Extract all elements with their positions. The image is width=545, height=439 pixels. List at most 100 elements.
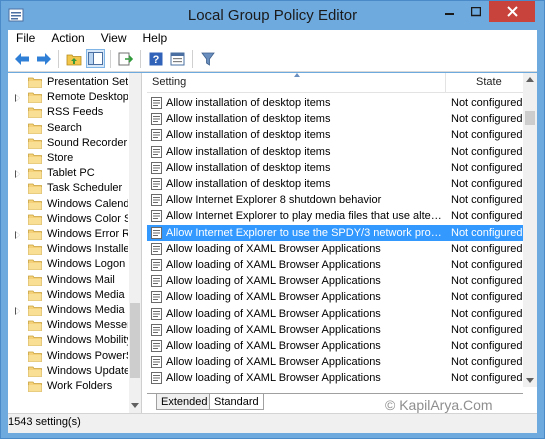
column-header-state[interactable]: State	[476, 76, 502, 88]
tree-item[interactable]: RSS Feeds	[8, 105, 128, 120]
close-button[interactable]	[489, 1, 535, 22]
tree-item[interactable]: Remote Desktop S	[8, 90, 128, 105]
table-row-selected[interactable]: Allow Internet Explorer to use the SPDY/…	[147, 224, 523, 241]
scroll-down-icon[interactable]	[131, 403, 139, 408]
menu-file[interactable]: File	[8, 30, 43, 46]
menu-view[interactable]: View	[93, 30, 135, 46]
tree-item[interactable]: Windows PowerSh	[8, 349, 128, 364]
expand-arrow-icon[interactable]	[15, 170, 20, 179]
help-button[interactable]: ?	[146, 49, 165, 68]
table-row[interactable]: Allow installation of desktop items Not c…	[147, 160, 523, 176]
sort-ascending-icon	[294, 73, 300, 77]
policy-setting-icon	[151, 97, 162, 109]
tree-item[interactable]: Windows Logon C	[8, 257, 128, 272]
tab-extended[interactable]: Extended	[156, 394, 213, 410]
setting-name: Allow installation of desktop items	[166, 129, 331, 142]
tree-item[interactable]: Sound Recorder	[8, 136, 128, 151]
table-row[interactable]: Allow loading of XAML Browser Applicatio…	[147, 338, 523, 354]
title-bar[interactable]: Local Group Policy Editor	[1, 1, 544, 30]
table-row[interactable]: Allow loading of XAML Browser Applicatio…	[147, 370, 523, 386]
setting-name: Allow loading of XAML Browser Applicatio…	[166, 259, 381, 271]
tree-item-label: Work Folders	[47, 380, 113, 392]
policy-setting-icon	[151, 145, 162, 158]
tree-item[interactable]: Windows Mail	[8, 273, 128, 288]
folder-icon	[28, 214, 42, 225]
properties-button[interactable]	[168, 49, 187, 68]
tree-item[interactable]: Windows Calenda	[8, 197, 128, 212]
tree-scrollbar[interactable]	[129, 73, 141, 413]
tree-item[interactable]: Windows Media C	[8, 288, 128, 303]
table-row[interactable]: Allow loading of XAML Browser Applicatio…	[147, 306, 523, 322]
expand-arrow-icon[interactable]	[15, 231, 20, 239]
tab-standard[interactable]: Standard	[209, 394, 264, 410]
back-button[interactable]	[12, 49, 31, 68]
tree-item[interactable]: Tablet PC	[8, 166, 128, 181]
setting-name: Allow loading of XAML Browser Applicatio…	[166, 340, 381, 352]
table-row[interactable]: Allow loading of XAML Browser Applicatio…	[147, 257, 523, 273]
tree-item[interactable]: Task Scheduler	[8, 181, 128, 196]
scroll-thumb[interactable]	[525, 111, 535, 125]
table-row[interactable]: Allow installation of desktop items Not c…	[147, 144, 523, 160]
tree-item-label: Windows Installer	[47, 243, 128, 256]
table-row[interactable]: Allow loading of XAML Browser Applicatio…	[147, 273, 523, 289]
tree-item[interactable]: Presentation Setti	[8, 75, 128, 90]
tree-pane[interactable]: Presentation Setti Remote Desktop S RSS Fe…	[8, 73, 142, 413]
table-row[interactable]: Allow installation of desktop items Not c…	[147, 111, 523, 127]
minimize-button[interactable]	[437, 1, 463, 22]
setting-state: Not configured	[451, 356, 523, 369]
policy-setting-icon	[151, 356, 162, 369]
expand-arrow-icon[interactable]	[15, 94, 20, 103]
up-folder-button[interactable]	[64, 49, 83, 68]
forward-icon	[36, 52, 51, 65]
maximize-button[interactable]	[463, 1, 489, 22]
setting-name: Allow loading of XAML Browser Applicatio…	[166, 323, 381, 336]
list-scrollbar[interactable]	[523, 73, 537, 387]
policy-setting-icon	[151, 323, 162, 336]
tree-item[interactable]: Windows Update	[8, 364, 128, 379]
forward-button[interactable]	[34, 49, 53, 68]
tree-item[interactable]: Windows Color Sy	[8, 212, 128, 227]
table-row[interactable]: Allow installation of desktop items Not c…	[147, 176, 523, 192]
menu-action[interactable]: Action	[43, 30, 92, 46]
table-row[interactable]: Allow installation of desktop items Not c…	[147, 95, 523, 111]
tree-item[interactable]: Windows Installer	[8, 242, 128, 257]
tree-item[interactable]: Windows Error Re	[8, 227, 128, 242]
policy-setting-icon	[151, 161, 162, 174]
column-header-setting[interactable]: Setting	[152, 76, 186, 88]
expand-arrow-icon[interactable]	[15, 307, 20, 315]
table-row[interactable]: Allow loading of XAML Browser Applicatio…	[147, 241, 523, 257]
table-row[interactable]: Allow loading of XAML Browser Applicatio…	[147, 354, 523, 370]
table-row[interactable]: Allow loading of XAML Browser Applicatio…	[147, 322, 523, 338]
scroll-down-icon[interactable]	[526, 378, 534, 383]
scroll-thumb[interactable]	[130, 303, 140, 378]
tree-item[interactable]: Search	[8, 121, 128, 136]
scroll-up-icon[interactable]	[526, 77, 534, 82]
setting-state: Not configured	[451, 340, 523, 352]
table-row[interactable]: Allow loading of XAML Browser Applicatio…	[147, 289, 523, 305]
menu-help[interactable]: Help	[135, 30, 176, 46]
settings-list[interactable]: Setting State Allow installation of desk…	[147, 73, 537, 413]
tree-item[interactable]: Work Folders	[8, 379, 128, 394]
tree-item-label: Windows Media C	[47, 288, 128, 301]
toolbar-separator	[58, 49, 59, 68]
setting-state: Not configured	[451, 259, 523, 271]
setting-name: Allow installation of desktop items	[166, 178, 331, 190]
table-row[interactable]: Allow installation of desktop items Not c…	[147, 127, 523, 143]
setting-state: Not configured	[451, 372, 523, 385]
table-row[interactable]: Allow Internet Explorer 8 shutdown behav…	[147, 192, 523, 208]
tree-item[interactable]: Store	[8, 151, 128, 166]
column-divider[interactable]	[445, 73, 446, 93]
tree-item[interactable]: Windows Messeng	[8, 318, 128, 333]
filter-icon	[200, 52, 215, 66]
tree-item-label: Windows Error Re	[47, 228, 128, 240]
export-list-button[interactable]	[116, 49, 135, 68]
tree-item[interactable]: Windows Media P	[8, 303, 128, 318]
table-row[interactable]: Allow Internet Explorer to play media fi…	[147, 208, 523, 224]
show-hide-tree-button[interactable]	[86, 49, 105, 68]
setting-name: Allow installation of desktop items	[166, 113, 331, 126]
tree-item[interactable]: Windows Mobility	[8, 333, 128, 348]
folder-icon	[28, 123, 42, 134]
main-content: Presentation Setti Remote Desktop S RSS Fe…	[8, 73, 537, 413]
filter-button[interactable]	[198, 49, 217, 68]
svg-text:?: ?	[152, 54, 159, 66]
